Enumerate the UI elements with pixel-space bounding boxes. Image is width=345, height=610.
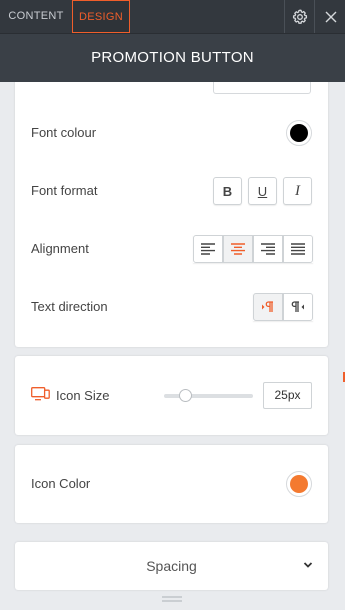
ltr-direction-icon — [262, 301, 273, 312]
align-left-icon — [201, 243, 215, 255]
close-icon — [325, 11, 336, 22]
panel-tabbar: CONTENT DESIGN — [0, 0, 345, 33]
underline-button[interactable]: U — [248, 177, 277, 205]
icon-size-slider[interactable] — [164, 389, 253, 402]
font-colour-label: Font colour — [31, 125, 97, 140]
icon-color-swatch — [290, 475, 308, 493]
align-right-icon — [261, 243, 275, 255]
icon-color-picker[interactable] — [286, 471, 312, 497]
tab-content[interactable]: CONTENT — [0, 0, 72, 33]
alignment-group — [193, 235, 313, 263]
rtl-direction-icon — [291, 301, 304, 312]
typography-card: Font colour Font format B U I Alignment … — [15, 62, 328, 347]
tab-design[interactable]: DESIGN — [72, 0, 130, 33]
chevron-down-icon — [303, 562, 313, 568]
font-colour-picker[interactable] — [286, 120, 312, 146]
direction-rtl-button[interactable] — [283, 293, 313, 321]
icon-size-input[interactable]: 25px — [263, 382, 312, 409]
align-center-button[interactable] — [223, 235, 253, 263]
text-direction-label: Text direction — [31, 299, 108, 314]
font-format-label: Font format — [31, 183, 98, 198]
italic-button[interactable]: I — [283, 177, 312, 205]
bold-button[interactable]: B — [213, 177, 242, 205]
panel-title: PROMOTION BUTTON — [0, 33, 345, 82]
slider-thumb[interactable] — [178, 389, 192, 402]
monitor-icon — [31, 387, 50, 401]
align-left-button[interactable] — [193, 235, 223, 263]
alignment-label: Alignment — [31, 241, 89, 256]
gear-icon — [292, 9, 308, 24]
text-direction-group — [253, 293, 313, 321]
icon-color-card: Icon Color — [15, 445, 328, 523]
align-center-icon — [231, 243, 245, 255]
align-right-button[interactable] — [253, 235, 283, 263]
align-justify-icon — [291, 243, 305, 255]
icon-size-card: Icon Size 25px — [15, 356, 328, 435]
align-justify-button[interactable] — [283, 235, 313, 263]
resize-handle-icon[interactable] — [162, 596, 182, 602]
settings-button[interactable] — [284, 0, 315, 33]
spacing-section[interactable]: Spacing — [15, 542, 328, 590]
font-colour-swatch — [290, 124, 308, 142]
icon-size-label: Icon Size — [56, 388, 110, 403]
direction-ltr-button[interactable] — [253, 293, 283, 321]
spacing-label: Spacing — [146, 558, 197, 574]
icon-color-label: Icon Color — [31, 476, 91, 491]
close-button[interactable] — [314, 0, 345, 33]
